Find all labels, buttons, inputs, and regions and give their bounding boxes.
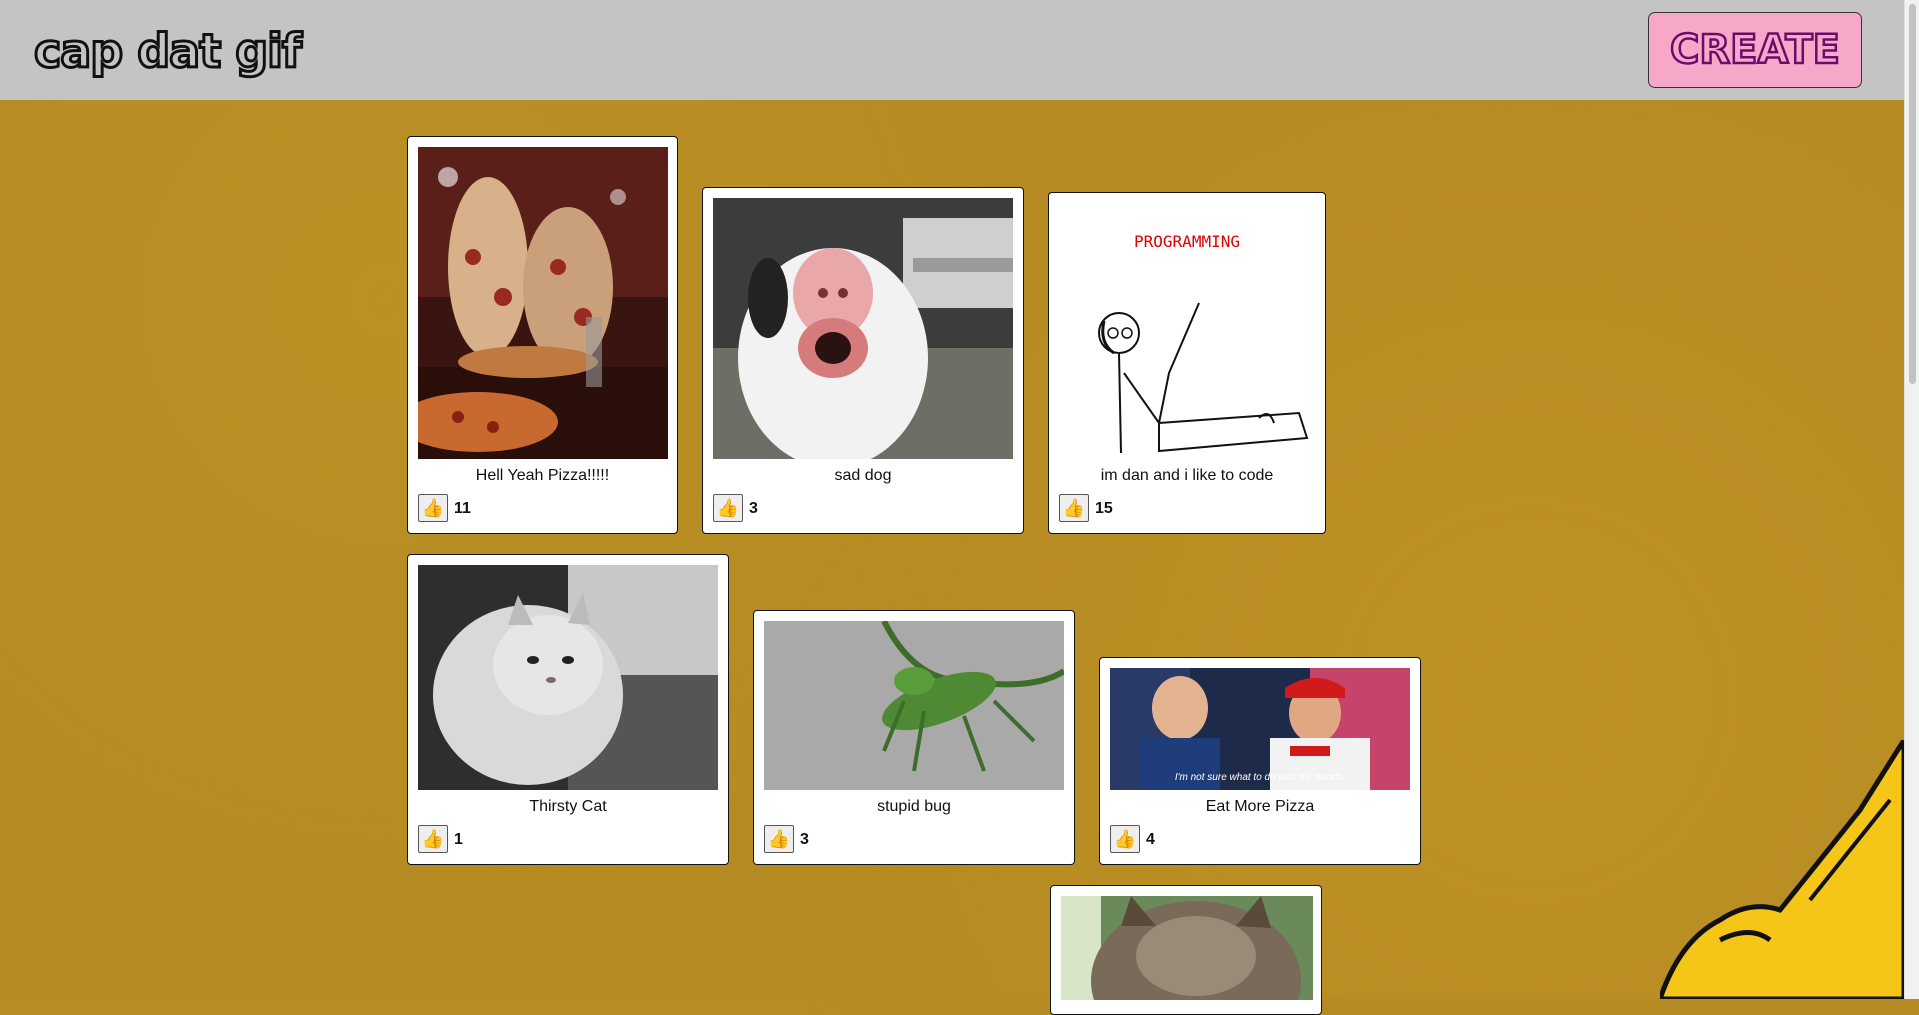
gif-image[interactable] — [418, 147, 668, 459]
app-logo[interactable]: cap dat gif — [33, 23, 304, 80]
like-button[interactable]: 👍 — [418, 494, 448, 522]
gif-card: stupid bug 👍 3 — [753, 610, 1075, 865]
like-button[interactable]: 👍 — [713, 494, 743, 522]
top-header: cap dat gif CREATE — [0, 0, 1904, 100]
thumbs-up-icon: 👍 — [716, 497, 740, 518]
gif-caption: sad dog — [834, 467, 892, 484]
like-button[interactable]: 👍 — [1110, 825, 1140, 853]
thumbs-up-icon: 👍 — [767, 828, 791, 849]
gif-card — [1050, 885, 1322, 1015]
like-count: 3 — [749, 500, 758, 517]
image-subtitle-text: I'm not sure what to do with my hands. — [1175, 772, 1345, 783]
gif-caption: Thirsty Cat — [529, 798, 607, 815]
gif-caption: im dan and i like to code — [1100, 467, 1274, 484]
like-button[interactable]: 👍 — [1059, 494, 1089, 522]
gif-image[interactable] — [764, 621, 1064, 790]
like-count: 11 — [454, 500, 471, 517]
gif-card: PROGRAMMING im dan and i like to code 👍 … — [1048, 192, 1326, 534]
gif-image[interactable] — [418, 565, 718, 790]
thumbs-up-icon: 👍 — [421, 497, 445, 518]
gif-caption: stupid bug — [877, 798, 951, 815]
gif-image[interactable]: PROGRAMMING — [1059, 203, 1317, 459]
like-count: 1 — [454, 831, 463, 848]
scrollbar-thumb[interactable] — [1909, 4, 1916, 384]
like-count: 3 — [800, 831, 809, 848]
gif-card: Thirsty Cat 👍 1 — [407, 554, 729, 865]
gif-card: I'm not sure what to do with my hands. E… — [1099, 657, 1421, 865]
page-scrollbar[interactable] — [1904, 0, 1919, 999]
gif-image[interactable] — [713, 198, 1013, 459]
gif-card: Hell Yeah Pizza!!!!! 👍 11 — [407, 136, 678, 534]
thumbs-up-icon: 👍 — [1062, 497, 1086, 518]
thumbs-up-icon: 👍 — [421, 828, 445, 849]
thumbs-up-icon: 👍 — [1113, 828, 1137, 849]
gif-caption: Hell Yeah Pizza!!!!! — [475, 467, 610, 484]
create-button[interactable]: CREATE — [1648, 12, 1862, 88]
gif-card: sad dog 👍 3 — [702, 187, 1024, 534]
decorative-hand-icon — [1660, 740, 1904, 999]
like-count: 4 — [1146, 831, 1155, 848]
like-button[interactable]: 👍 — [764, 825, 794, 853]
gif-image[interactable] — [1061, 896, 1313, 1000]
gif-caption: Eat More Pizza — [1205, 798, 1315, 815]
gif-image[interactable]: I'm not sure what to do with my hands. — [1110, 668, 1410, 790]
like-button[interactable]: 👍 — [418, 825, 448, 853]
like-count: 15 — [1095, 500, 1113, 517]
image-caption-text: PROGRAMMING — [1134, 232, 1240, 251]
